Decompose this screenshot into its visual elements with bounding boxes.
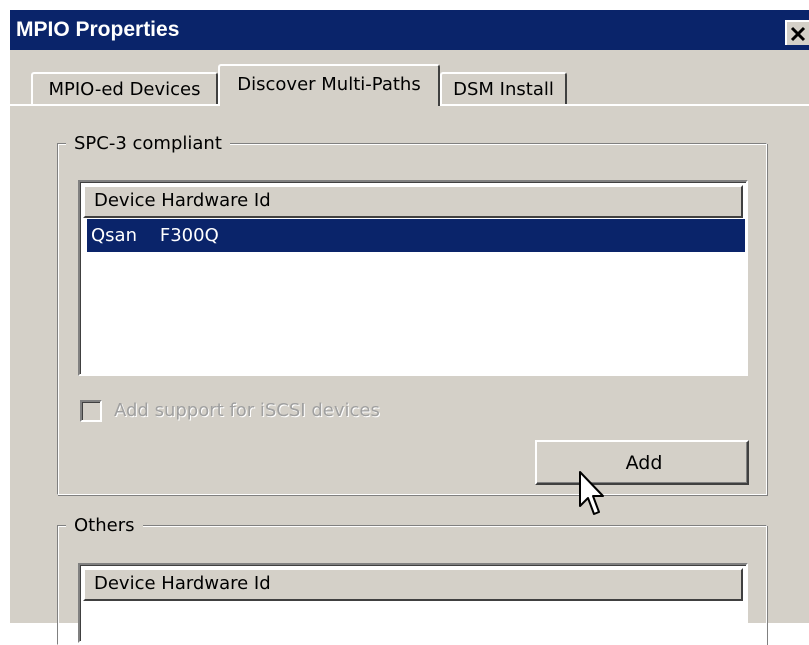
column-header-device-hardware-id-others[interactable]: Device Hardware Id [83,568,743,601]
window-title: MPIO Properties [16,18,180,41]
close-icon [790,26,806,41]
spc3-group-title: SPC-3 compliant [66,133,230,154]
close-button[interactable] [785,20,809,45]
column-header-device-hardware-id[interactable]: Device Hardware Id [83,185,743,218]
tab-dsm-install[interactable]: DSM Install [440,72,567,104]
others-group-title: Others [66,515,143,536]
spc3-device-list[interactable]: Device Hardware Id Qsan F300Q [78,180,748,376]
tab-mpio-ed-devices[interactable]: MPIO-ed Devices [31,72,218,104]
list-item-qsan-f300q[interactable]: Qsan F300Q [87,219,745,252]
tab-discover-multi-paths[interactable]: Discover Multi-Paths [218,64,440,106]
iscsi-support-label: Add support for iSCSI devices [114,400,380,421]
add-button[interactable]: Add [535,440,749,485]
iscsi-support-checkbox[interactable] [80,400,102,422]
mouse-pointer-icon [578,470,604,520]
others-device-list[interactable]: Device Hardware Id [78,563,748,643]
